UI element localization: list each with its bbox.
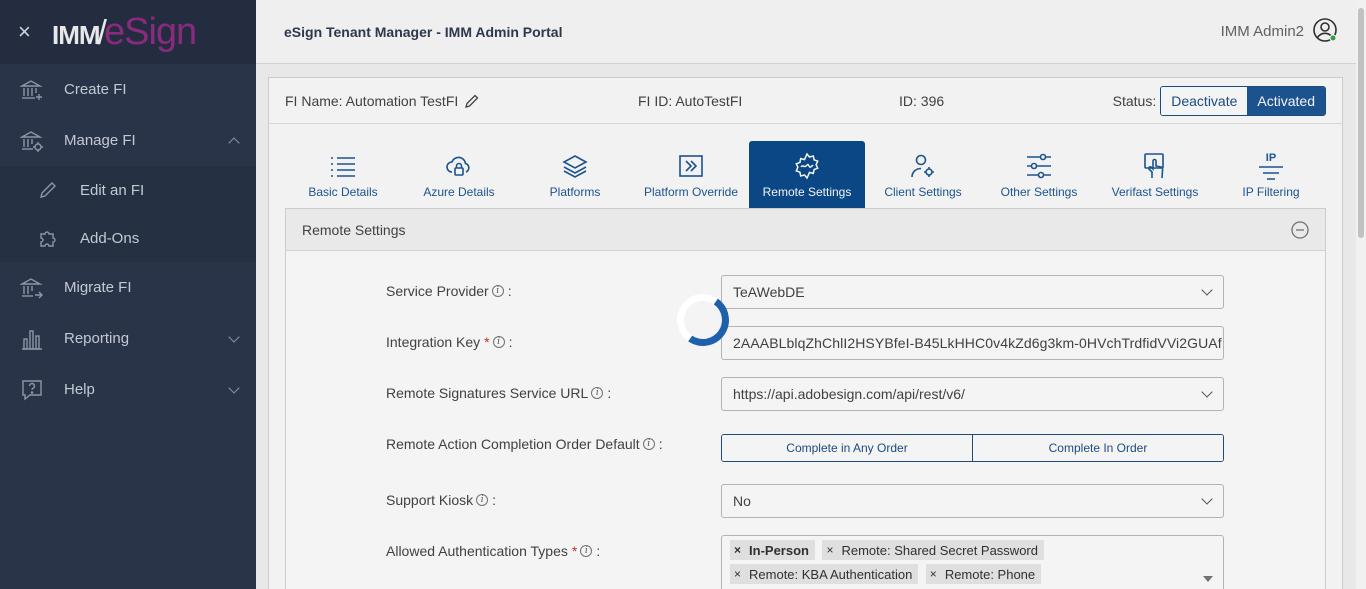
sidebar-item-create-fi[interactable]: Create FI xyxy=(0,64,256,115)
sidebar-subitem-edit-fi[interactable]: Edit an FI xyxy=(0,166,256,214)
chevron-down-icon xyxy=(228,331,240,343)
bank-arrow-icon xyxy=(20,276,64,300)
sidebar-item-label: Create FI xyxy=(64,81,127,98)
bank-plus-icon xyxy=(20,78,64,102)
chevron-down-icon xyxy=(228,382,240,394)
sidebar-item-label: Reporting xyxy=(64,330,130,347)
sidebar-subitem-label: Add-Ons xyxy=(80,229,140,247)
close-icon[interactable]: × xyxy=(18,19,46,45)
puzzle-icon xyxy=(38,228,80,248)
imm-esign-logo: IMM / eSign xyxy=(52,10,197,54)
sidebar-item-label: Help xyxy=(64,381,95,398)
logo-esign: eSign xyxy=(104,10,197,53)
pencil-icon xyxy=(38,180,80,200)
bank-gear-icon xyxy=(20,129,64,153)
sidebar-item-migrate-fi[interactable]: Migrate FI xyxy=(0,262,256,313)
question-bubble-icon xyxy=(20,378,64,402)
sidebar-item-manage-fi[interactable]: Manage FI xyxy=(0,115,256,166)
scrollbar-thumb[interactable] xyxy=(1358,8,1364,238)
page-scrollbar[interactable] xyxy=(1356,0,1366,589)
sidebar-item-label: Manage FI xyxy=(64,132,136,149)
sidebar: × IMM / eSign Create FI Manage FI Edit a… xyxy=(0,0,256,589)
logo-imm: IMM xyxy=(52,19,101,50)
loading-overlay xyxy=(256,0,1366,589)
chevron-up-icon xyxy=(228,137,240,149)
sidebar-item-help[interactable]: Help xyxy=(0,364,256,415)
sidebar-subitem-label: Edit an FI xyxy=(80,181,145,199)
sidebar-item-reporting[interactable]: Reporting xyxy=(0,313,256,364)
sidebar-subitem-add-ons[interactable]: Add-Ons xyxy=(0,214,256,262)
bar-chart-icon xyxy=(20,327,64,351)
sidebar-item-label: Migrate FI xyxy=(64,279,132,296)
sidebar-header: × IMM / eSign xyxy=(0,0,256,64)
